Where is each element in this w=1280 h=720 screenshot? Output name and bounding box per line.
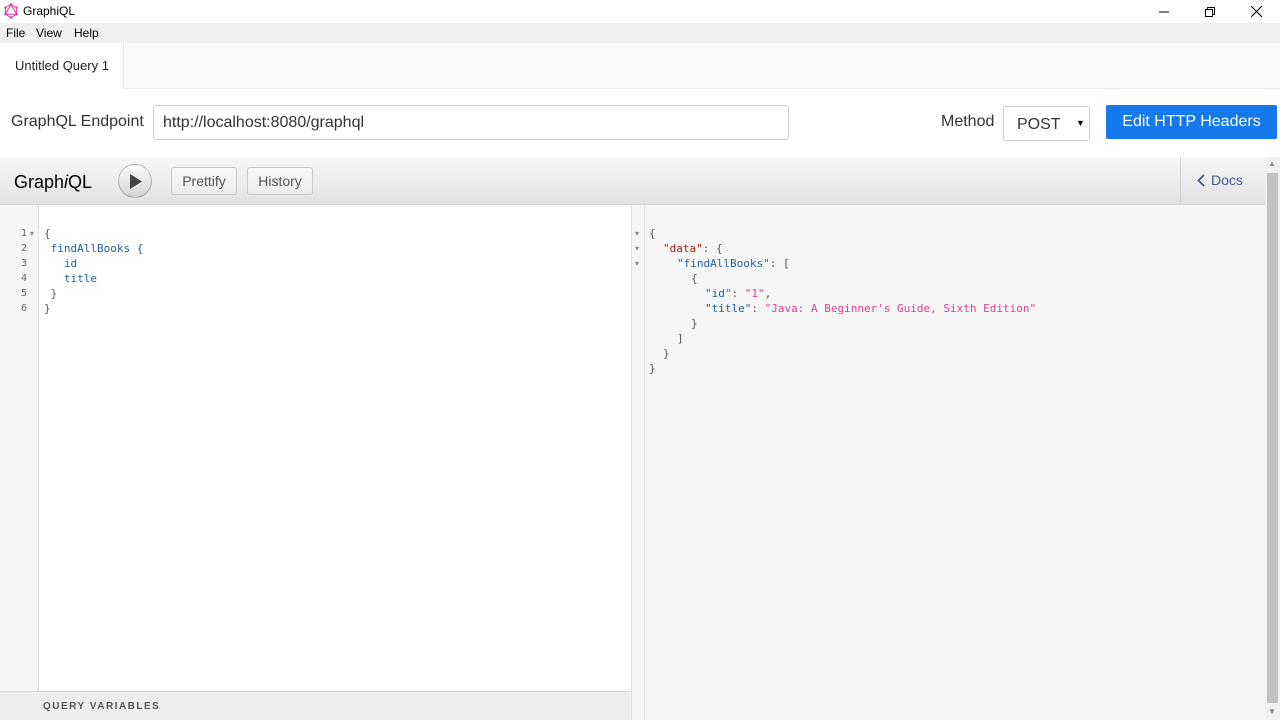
minimize-button[interactable]	[1141, 0, 1187, 23]
history-button[interactable]: History	[247, 167, 313, 195]
fold-arrow-icon[interactable]: ▾	[635, 244, 639, 253]
caret-down-icon: ▼	[1076, 118, 1085, 128]
result-pane: ▾ ▾ ▾ { "data": { "findAllBooks": [ { "i…	[632, 205, 1265, 720]
line-number: 6	[20, 303, 27, 314]
code-line: id	[44, 257, 78, 270]
method-label: Method	[941, 113, 995, 130]
result-value: "Java: A Beginner's Guide, Sixth Edition…	[764, 302, 1037, 315]
result-gutter: ▾ ▾ ▾	[632, 205, 645, 720]
code-line: title	[44, 272, 97, 285]
close-icon	[1250, 6, 1262, 17]
method-value: POST	[1017, 116, 1061, 133]
vertical-scrollbar[interactable]: ▲ ▼	[1265, 157, 1280, 720]
result-line: "findAllBooks": [	[677, 257, 790, 270]
code-line: {	[44, 227, 51, 240]
result-line: "id": "1",	[705, 287, 772, 300]
fold-arrow-icon[interactable]: ▾	[30, 229, 34, 238]
query-editor[interactable]: 1 ▾ 2 3 4 5 6 { findAllBooks { id title …	[0, 205, 632, 691]
restore-icon	[1205, 6, 1215, 17]
window-title: GraphiQL	[23, 4, 76, 18]
endpoint-input[interactable]	[153, 105, 789, 140]
query-variables-bar[interactable]: QUERY VARIABLES	[0, 691, 632, 720]
scrollbar-thumb[interactable]	[1267, 173, 1278, 703]
endpoint-row: GraphQL Endpoint Method POST ▼ Edit HTTP…	[0, 89, 1280, 157]
line-number: 2	[20, 243, 27, 254]
code-line: findAllBooks {	[44, 242, 144, 255]
menu-bar: File View Help	[0, 23, 1280, 43]
graphiql-logo: GraphiQL	[14, 172, 92, 193]
result-line: {	[691, 272, 698, 285]
code-line: }	[44, 287, 58, 300]
result-line: }	[649, 362, 656, 375]
code-line: }	[44, 302, 51, 315]
line-number-gutter: 1 ▾ 2 3 4 5 6	[0, 205, 39, 691]
menu-help[interactable]: Help	[74, 26, 99, 40]
graphiql-toolbar: GraphiQL Prettify History Docs	[0, 157, 1265, 205]
play-icon	[130, 174, 142, 189]
result-line: ]	[677, 332, 684, 345]
result-key: "title"	[705, 302, 752, 315]
query-variables-label: QUERY VARIABLES	[43, 701, 161, 712]
endpoint-label: GraphQL Endpoint	[11, 113, 144, 130]
scroll-down-icon[interactable]: ▼	[1268, 707, 1276, 716]
logo-text-graph: Graph	[14, 172, 65, 192]
line-number: 5	[20, 288, 27, 299]
tab-strip: Untitled Query 1	[0, 43, 1280, 89]
docs-label: Docs	[1211, 172, 1243, 188]
result-line: {	[649, 227, 656, 240]
method-select[interactable]: POST ▼	[1003, 106, 1090, 141]
tab-label: Untitled Query 1	[15, 58, 109, 73]
result-value: "1"	[744, 287, 765, 300]
graphql-logo-icon	[4, 3, 18, 19]
line-number: 4	[20, 273, 27, 284]
result-key: "data"	[663, 242, 703, 255]
line-number: 3	[20, 258, 27, 269]
result-line: "title": "Java: A Beginner's Guide, Sixt…	[705, 302, 1037, 315]
restore-button[interactable]	[1187, 0, 1233, 23]
execute-query-button[interactable]	[118, 164, 152, 198]
result-line: }	[691, 317, 698, 330]
line-number: 1	[20, 228, 27, 239]
docs-area: Docs	[1180, 157, 1265, 205]
result-line: }	[663, 347, 670, 360]
edit-http-headers-button[interactable]: Edit HTTP Headers	[1106, 105, 1277, 139]
prettify-button[interactable]: Prettify	[171, 167, 237, 195]
fold-arrow-icon[interactable]: ▾	[635, 229, 639, 238]
menu-view[interactable]: View	[36, 26, 62, 40]
docs-button[interactable]: Docs	[1197, 172, 1243, 188]
scroll-up-icon[interactable]: ▲	[1268, 159, 1276, 168]
result-key: "id"	[705, 287, 732, 300]
result-line: "data": {	[663, 242, 723, 255]
logo-text-ql: QL	[68, 172, 93, 192]
close-button[interactable]	[1233, 0, 1279, 23]
menu-file[interactable]: File	[6, 26, 25, 40]
fold-arrow-icon[interactable]: ▾	[635, 259, 639, 268]
tab-untitled-query[interactable]: Untitled Query 1	[0, 43, 124, 89]
result-key: "findAllBooks"	[677, 257, 770, 270]
minimize-icon	[1159, 11, 1169, 12]
chevron-left-icon	[1197, 173, 1205, 187]
title-bar: GraphiQL	[0, 0, 1280, 23]
